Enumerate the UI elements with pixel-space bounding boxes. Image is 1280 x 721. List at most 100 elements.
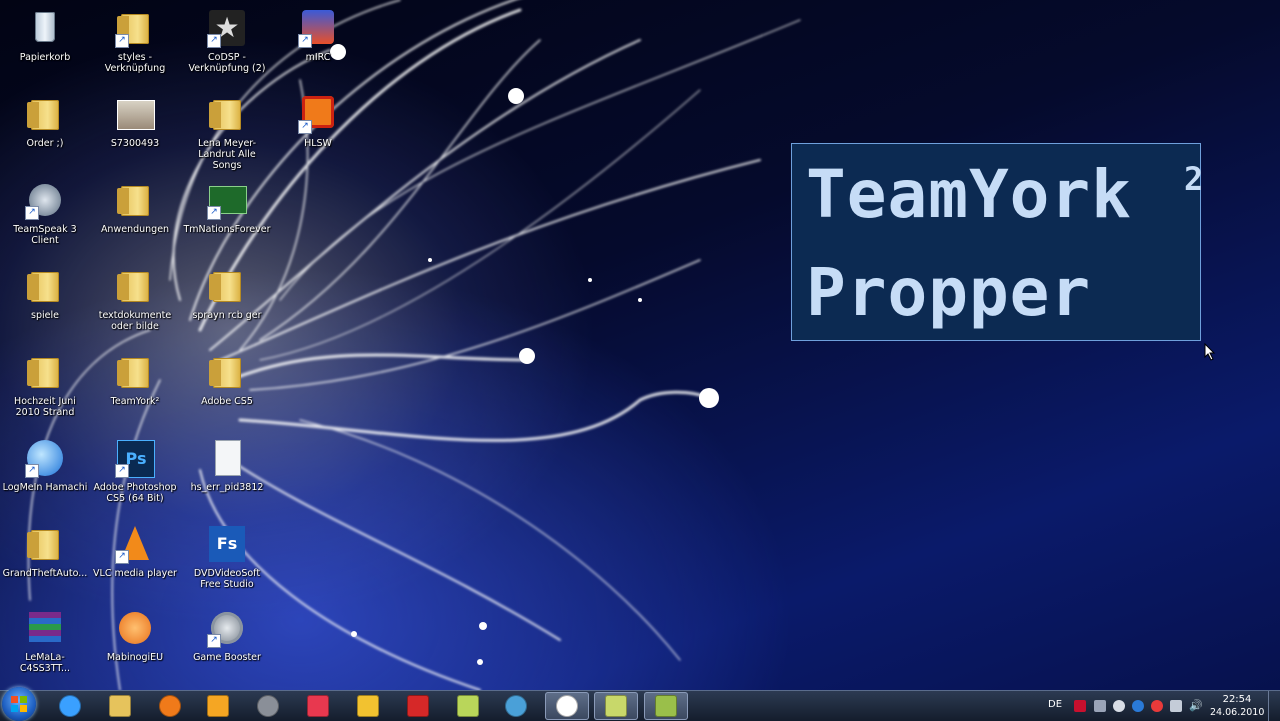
- show-desktop-button[interactable]: [1268, 691, 1280, 721]
- steam-icon: [257, 695, 279, 717]
- folder-icon: [109, 695, 131, 717]
- desktop-icon-label: MabinogiEU: [106, 652, 164, 663]
- promo-title-line: TeamYork: [806, 156, 1132, 233]
- desktop-icon-label: DVDVideoSoft Free Studio: [193, 568, 261, 590]
- desktop-icon[interactable]: hs_err_pid3812: [183, 434, 271, 518]
- taskbar-button-notes-active[interactable]: [594, 692, 638, 720]
- tray-bluetooth-icon[interactable]: [1132, 700, 1144, 712]
- steam-icon: [556, 695, 578, 717]
- tray-steam-icon[interactable]: [1113, 700, 1125, 712]
- desktop-icon[interactable]: Fs DVDVideoSoft Free Studio: [183, 520, 271, 604]
- desktop-icon[interactable]: ↗ mIRC: [274, 4, 362, 88]
- taskbar-button-app-active[interactable]: [644, 692, 688, 720]
- desktop-icon[interactable]: Hochzeit Juni 2010 Strand: [1, 348, 89, 432]
- folder-icon: [25, 352, 65, 392]
- desktop-icon-label: S7300493: [110, 138, 160, 149]
- folder-icon: [207, 94, 247, 134]
- app-icon: [655, 695, 677, 717]
- desktop-icon[interactable]: ↗ Game Booster: [183, 604, 271, 688]
- taskbar-button-firefox[interactable]: [148, 692, 192, 720]
- folder-icon: [115, 180, 155, 220]
- taskbar-button-explorer[interactable]: [98, 692, 142, 720]
- desktop-icon[interactable]: LeMaLa-C4SS3TT...: [1, 604, 89, 688]
- clock-date[interactable]: 24.06.2010: [1210, 707, 1264, 718]
- taskbar-button-internet-explorer[interactable]: [48, 692, 92, 720]
- desktop-icon[interactable]: ↗ TeamSpeak 3 Client: [1, 176, 89, 260]
- folder-icon: [25, 524, 65, 564]
- desktop-icon-label: TeamSpeak 3 Client: [13, 224, 77, 246]
- desktop-icon-label: Adobe Photoshop CS5 (64 Bit): [93, 482, 177, 504]
- taskbar-button-teamspeak[interactable]: [494, 692, 538, 720]
- desktop-icon-label: GrandTheftAuto...: [2, 568, 88, 579]
- desktop-icon[interactable]: Adobe CS5: [183, 348, 271, 432]
- taskbar-button-g-app[interactable]: [396, 692, 440, 720]
- desktop-icon[interactable]: sprayn rcb ger: [183, 262, 271, 346]
- desktop-icon[interactable]: Ps ↗ Adobe Photoshop CS5 (64 Bit): [91, 434, 179, 518]
- windows-start-icon: [11, 696, 27, 712]
- mirc-icon: ↗: [298, 8, 338, 48]
- desktop-icon[interactable]: ↗ HLSW: [274, 90, 362, 174]
- desktop-icon[interactable]: spiele: [1, 262, 89, 346]
- folder-icon: [207, 352, 247, 392]
- tray-power-icon[interactable]: [1170, 700, 1182, 712]
- desktop-icon-label: TeamYork²: [110, 396, 160, 407]
- desktop-icon[interactable]: ↗ LogMeIn Hamachi: [1, 434, 89, 518]
- promo-superscript: 2: [1184, 160, 1204, 198]
- teamyork-text-box: TeamYork 2 Propper: [791, 143, 1204, 341]
- bg-icon: [307, 695, 329, 717]
- vlc-icon: ↗: [115, 524, 155, 564]
- media-player-icon: [207, 695, 229, 717]
- desktop-icon-label: VLC media player: [93, 568, 177, 579]
- desktop-icon[interactable]: ↗ VLC media player: [91, 520, 179, 604]
- taskbar-button-tool-app[interactable]: [446, 692, 490, 720]
- desktop-icon[interactable]: TeamYork²: [91, 348, 179, 432]
- desktop-icon[interactable]: Order ;): [1, 90, 89, 174]
- desktop-icon-label: LogMeIn Hamachi: [2, 482, 88, 493]
- g-icon: [407, 695, 429, 717]
- taskbar: DE 🔊 22:54 24.06.2010: [0, 687, 1280, 721]
- notes-icon: [605, 695, 627, 717]
- folder-icon: [115, 352, 155, 392]
- taskbar-button-bg-app[interactable]: [296, 692, 340, 720]
- desktop-icon-label: Order ;): [26, 138, 64, 149]
- mabinogi-icon: [115, 608, 155, 648]
- desktop-icon[interactable]: Papierkorb: [1, 4, 89, 88]
- internet-explorer-icon: [59, 695, 81, 717]
- folder-icon: [207, 266, 247, 306]
- tray-app-icon[interactable]: [1151, 700, 1163, 712]
- tray-network-flag-icon[interactable]: [1094, 700, 1106, 712]
- desktop-icon-label: Papierkorb: [19, 52, 71, 63]
- photo-icon: [115, 94, 155, 134]
- folder-icon: [25, 94, 65, 134]
- desktop-icon[interactable]: MabinogiEU: [91, 604, 179, 688]
- photoshop-icon: Ps ↗: [115, 438, 155, 478]
- taskbar-button-steam[interactable]: [246, 692, 290, 720]
- tray-mcafee-icon[interactable]: [1074, 700, 1086, 712]
- language-indicator[interactable]: DE: [1048, 699, 1062, 710]
- desktop-icon-label: LeMaLa-C4SS3TT...: [19, 652, 71, 674]
- start-button[interactable]: [2, 687, 36, 721]
- desktop-icon[interactable]: textdokumente oder bilde: [91, 262, 179, 346]
- teamspeak-icon: [505, 695, 527, 717]
- desktop-icon[interactable]: ↗ TmNationsForever: [183, 176, 271, 260]
- desktop-icon[interactable]: ↗ styles - Verknüpfung: [91, 4, 179, 88]
- desktop-icon-label: Game Booster: [193, 652, 261, 663]
- firefox-icon: [159, 695, 181, 717]
- tool-icon: [457, 695, 479, 717]
- desktop-icon[interactable]: Lena Meyer-Landrut Alle Songs: [183, 90, 271, 174]
- clock-time[interactable]: 22:54: [1214, 694, 1260, 705]
- taskbar-button-steam-active[interactable]: [545, 692, 589, 720]
- desktop-icon[interactable]: GrandTheftAuto...: [1, 520, 89, 604]
- xfire-icon: [357, 695, 379, 717]
- taskbar-button-media-player[interactable]: [196, 692, 240, 720]
- desktop-icon-label: CoDSP - Verknüpfung (2): [188, 52, 266, 74]
- freestudio-icon: Fs: [207, 524, 247, 564]
- star-app-icon: ★ ↗: [207, 8, 247, 48]
- desktop-icon[interactable]: S7300493: [91, 90, 179, 174]
- taskbar-button-xfire[interactable]: [346, 692, 390, 720]
- volume-icon[interactable]: 🔊: [1189, 700, 1203, 712]
- desktop-icon[interactable]: ★ ↗ CoDSP - Verknüpfung (2): [183, 4, 271, 88]
- desktop-icon-label: TmNationsForever: [183, 224, 271, 235]
- promo-subtitle-line: Propper: [806, 254, 1092, 331]
- desktop-icon[interactable]: Anwendungen: [91, 176, 179, 260]
